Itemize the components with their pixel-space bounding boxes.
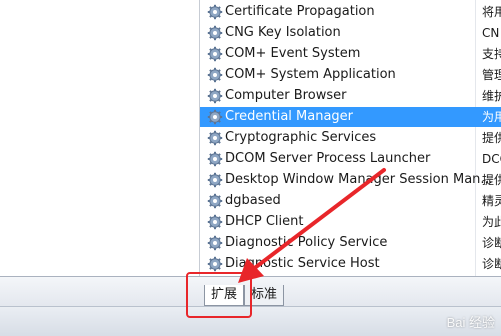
service-row[interactable]: DHCP Client 为此 bbox=[200, 212, 501, 232]
gear-icon bbox=[207, 46, 223, 62]
service-row[interactable]: COM+ Event System 支持 bbox=[200, 44, 501, 64]
service-name: dgbased bbox=[225, 193, 281, 208]
gear-icon bbox=[207, 172, 223, 188]
service-description: 诊断 bbox=[482, 257, 501, 271]
service-name: Credential Manager bbox=[225, 109, 354, 124]
service-name: Certificate Propagation bbox=[225, 4, 375, 19]
service-row[interactable]: dgbased 精灵 bbox=[200, 191, 501, 211]
service-row[interactable]: Diagnostic Policy Service 诊断 bbox=[200, 233, 501, 253]
service-description: 支持 bbox=[482, 47, 501, 61]
service-name: DCOM Server Process Launcher bbox=[225, 151, 431, 166]
service-row[interactable]: Certificate Propagation 将用 bbox=[200, 2, 501, 22]
service-name: Cryptographic Services bbox=[225, 130, 377, 145]
service-description: CN bbox=[482, 26, 500, 40]
service-row[interactable]: DCOM Server Process Launcher DCO bbox=[200, 149, 501, 169]
service-row[interactable]: Cryptographic Services 提供 bbox=[200, 128, 501, 148]
service-name: Computer Browser bbox=[225, 88, 347, 103]
gear-icon bbox=[207, 214, 223, 230]
services-list[interactable]: Certificate Propagation 将用 CNG Key Isolati… bbox=[200, 0, 501, 276]
service-description: 提供 bbox=[482, 131, 501, 145]
annotation-highlight-box bbox=[186, 272, 252, 318]
gear-icon bbox=[207, 67, 223, 83]
service-row[interactable]: CNG Key Isolation CN bbox=[200, 23, 501, 43]
service-description: 为用 bbox=[482, 110, 501, 124]
service-row[interactable]: Credential Manager 为用 bbox=[200, 107, 501, 127]
service-name: DHCP Client bbox=[225, 214, 304, 229]
gear-icon bbox=[207, 193, 223, 209]
service-row[interactable]: Computer Browser 维护 bbox=[200, 86, 501, 106]
gear-icon bbox=[207, 88, 223, 104]
service-description: 为此 bbox=[482, 215, 501, 229]
service-description: 管理 bbox=[482, 68, 501, 82]
service-name: COM+ Event System bbox=[225, 46, 361, 61]
gear-icon bbox=[207, 4, 223, 20]
gear-icon bbox=[207, 109, 223, 125]
gear-icon bbox=[207, 130, 223, 146]
service-row[interactable]: Desktop Window Manager Session Man... 提供 bbox=[200, 170, 501, 190]
service-description: 维护 bbox=[482, 89, 501, 103]
gear-icon bbox=[207, 151, 223, 167]
service-name: CNG Key Isolation bbox=[225, 25, 341, 40]
service-name: Desktop Window Manager Session Man... bbox=[225, 172, 493, 187]
service-description: 将用 bbox=[482, 5, 501, 19]
gear-icon bbox=[207, 25, 223, 41]
service-row[interactable]: COM+ System Application 管理 bbox=[200, 65, 501, 85]
watermark: Bai 经验 bbox=[446, 315, 495, 330]
service-description: 精灵 bbox=[482, 194, 501, 208]
service-row[interactable]: Diagnostic Service Host 诊断 bbox=[200, 254, 501, 274]
service-description: DCO bbox=[482, 152, 501, 166]
service-name: Diagnostic Service Host bbox=[225, 256, 380, 271]
service-description: 诊断 bbox=[482, 236, 501, 250]
gear-icon bbox=[207, 235, 223, 251]
console-tree-pane[interactable] bbox=[0, 0, 200, 276]
gear-icon bbox=[207, 256, 223, 272]
service-description: 提供 bbox=[482, 173, 501, 187]
service-name: Diagnostic Policy Service bbox=[225, 235, 388, 250]
service-name: COM+ System Application bbox=[225, 67, 396, 82]
